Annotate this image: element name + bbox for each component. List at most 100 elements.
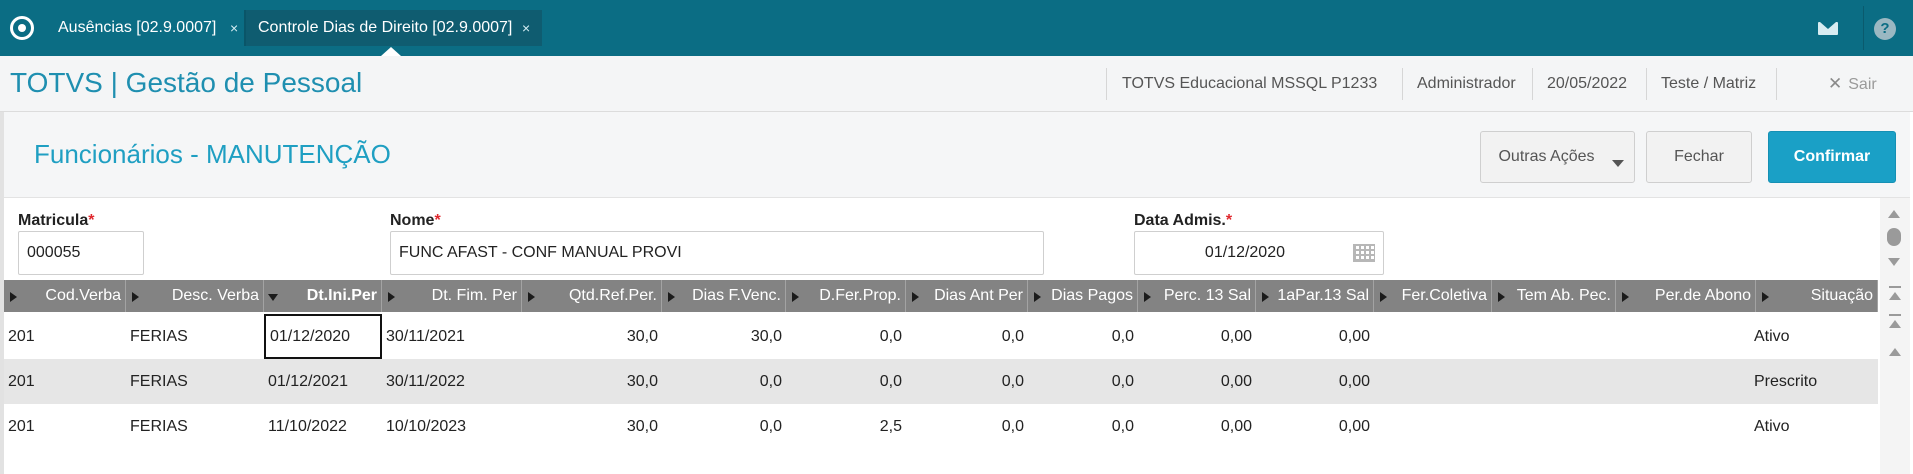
matricula-field[interactable]: 000055 bbox=[18, 231, 144, 275]
mail-icon[interactable] bbox=[1812, 12, 1844, 44]
more-actions-button[interactable]: Outras Ações bbox=[1480, 131, 1635, 183]
cell-fer-coletiva bbox=[1374, 359, 1492, 404]
table-row[interactable]: 201 FERIAS 11/10/2022 10/10/2023 30,0 0,… bbox=[4, 404, 1878, 449]
required-mark: * bbox=[88, 212, 95, 229]
column-header-dias-ant-per[interactable]: Dias Ant Per bbox=[906, 280, 1028, 312]
divider bbox=[1646, 68, 1647, 100]
page-title: Funcionários - MANUTENÇÃO bbox=[34, 139, 391, 169]
grid-first-icon[interactable] bbox=[1882, 284, 1908, 304]
help-icon[interactable]: ? bbox=[1868, 12, 1900, 44]
cell-per-de-abono bbox=[1616, 404, 1756, 449]
app-header: TOTVS | Gestão de Pessoal TOTVS Educacio… bbox=[0, 56, 1913, 112]
nome-label: Nome* bbox=[390, 212, 441, 229]
cell-desc-verba: FERIAS bbox=[130, 328, 188, 345]
cell-qtd-ref-per: 30,0 bbox=[626, 373, 658, 390]
column-arrow-icon bbox=[912, 292, 919, 302]
user-label: Administrador bbox=[1417, 75, 1516, 92]
cell-situacao: Ativo bbox=[1754, 418, 1790, 435]
data-admis-label: Data Admis.* bbox=[1134, 212, 1233, 229]
column-arrow-icon bbox=[1144, 292, 1151, 302]
close-icon[interactable]: × bbox=[522, 10, 530, 46]
table-row[interactable]: 201 FERIAS 01/12/2021 30/11/2022 30,0 0,… bbox=[4, 359, 1878, 404]
cell-1apar-13-sal: 0,00 bbox=[1338, 418, 1370, 435]
grid-page-up-icon[interactable] bbox=[1882, 312, 1908, 332]
column-header-perc-13-sal[interactable]: Perc. 13 Sal bbox=[1138, 280, 1256, 312]
cell-per-de-abono bbox=[1616, 314, 1756, 359]
column-header-1apar-13-sal[interactable]: 1aPar.13 Sal bbox=[1256, 280, 1374, 312]
column-arrow-icon bbox=[668, 292, 675, 302]
column-header-dias-f-venc[interactable]: Dias F.Venc. bbox=[662, 280, 786, 312]
cell-dias-f-venc: 0,0 bbox=[759, 418, 782, 435]
scroll-thumb[interactable] bbox=[1887, 228, 1901, 246]
tab-ausencias[interactable]: Ausências [02.9.0007] × bbox=[46, 10, 244, 46]
exit-label: Sair bbox=[1848, 76, 1877, 93]
top-tab-bar: Ausências [02.9.0007] × Controle Dias de… bbox=[0, 0, 1913, 56]
scroll-down-icon[interactable] bbox=[1888, 258, 1900, 266]
column-header-dias-pagos[interactable]: Dias Pagos bbox=[1028, 280, 1138, 312]
column-arrow-icon bbox=[132, 292, 139, 302]
cell-dt-fim-per: 10/10/2023 bbox=[386, 418, 467, 435]
vertical-scrollbar[interactable] bbox=[1880, 198, 1910, 474]
branch-label: Teste / Matriz bbox=[1661, 75, 1757, 92]
column-header-d-fer-prop[interactable]: D.Fer.Prop. bbox=[786, 280, 906, 312]
close-icon[interactable]: × bbox=[230, 10, 238, 46]
exit-button[interactable]: ✕ Sair bbox=[1828, 56, 1877, 112]
cell-perc-13-sal: 0,00 bbox=[1220, 328, 1252, 345]
page-title-bar: Funcionários - MANUTENÇÃO Outras Ações F… bbox=[4, 112, 1910, 198]
cell-desc-verba: FERIAS bbox=[130, 418, 188, 435]
cell-dias-pagos: 0,0 bbox=[1111, 418, 1134, 435]
cell-perc-13-sal: 0,00 bbox=[1220, 418, 1252, 435]
cell-d-fer-prop: 0,0 bbox=[879, 373, 902, 390]
cell-dias-ant-per: 0,0 bbox=[1001, 373, 1024, 390]
data-admis-field[interactable]: 01/12/2020 bbox=[1134, 231, 1384, 275]
cell-qtd-ref-per: 30,0 bbox=[626, 328, 658, 345]
column-header-tem-ab-pec[interactable]: Tem Ab. Pec. bbox=[1492, 280, 1616, 312]
cell-cod-verba: 201 bbox=[8, 328, 35, 345]
calendar-icon[interactable] bbox=[1353, 244, 1375, 262]
divider bbox=[1106, 68, 1107, 100]
cell-situacao: Prescrito bbox=[1754, 373, 1818, 390]
column-header-cod-verba[interactable]: Cod.Verba bbox=[4, 280, 126, 312]
required-mark: * bbox=[1225, 212, 1233, 229]
column-arrow-icon bbox=[1034, 292, 1041, 302]
cell-dt-ini-per: 01/12/2021 bbox=[268, 373, 349, 390]
column-arrow-icon bbox=[10, 292, 17, 302]
close-icon: ✕ bbox=[1828, 74, 1843, 93]
column-header-fer-coletiva[interactable]: Fer.Coletiva bbox=[1374, 280, 1492, 312]
totvs-logo-icon[interactable] bbox=[10, 16, 34, 40]
cell-per-de-abono bbox=[1616, 359, 1756, 404]
confirm-button[interactable]: Confirmar bbox=[1768, 131, 1896, 183]
cell-dias-ant-per: 0,0 bbox=[1001, 328, 1024, 345]
cell-dias-pagos: 0,0 bbox=[1111, 328, 1134, 345]
grid-up-icon[interactable] bbox=[1882, 340, 1908, 360]
cell-dias-f-venc: 30,0 bbox=[750, 328, 782, 345]
scroll-up-icon[interactable] bbox=[1888, 210, 1900, 218]
column-arrow-icon bbox=[528, 292, 535, 302]
cell-d-fer-prop: 2,5 bbox=[879, 418, 902, 435]
column-arrow-icon bbox=[388, 292, 395, 302]
cell-perc-13-sal: 0,00 bbox=[1220, 373, 1252, 390]
column-header-situacao[interactable]: Situação bbox=[1756, 280, 1878, 312]
column-header-desc-verba[interactable]: Desc. Verba bbox=[126, 280, 264, 312]
divider bbox=[1402, 68, 1403, 100]
cell-d-fer-prop: 0,0 bbox=[879, 328, 902, 345]
vacation-periods-grid: Cod.Verba Desc. Verba Dt.Ini.Per Dt. Fim… bbox=[4, 280, 1878, 474]
cell-tem-ab-pec bbox=[1492, 314, 1616, 359]
tab-controle-dias-direito[interactable]: Controle Dias de Direito [02.9.0007] × bbox=[246, 10, 542, 46]
active-tab-indicator bbox=[381, 47, 401, 56]
column-header-qtd-ref-per[interactable]: Qtd.Ref.Per. bbox=[522, 280, 662, 312]
column-arrow-icon bbox=[1622, 292, 1629, 302]
cell-dias-ant-per: 0,0 bbox=[1001, 418, 1024, 435]
column-header-dt-ini-per[interactable]: Dt.Ini.Per bbox=[264, 280, 382, 312]
column-header-dt-fim-per[interactable]: Dt. Fim. Per bbox=[382, 280, 522, 312]
column-arrow-icon bbox=[792, 292, 799, 302]
close-button[interactable]: Fechar bbox=[1646, 131, 1752, 183]
nome-field[interactable]: FUNC AFAST - CONF MANUAL PROVI bbox=[390, 231, 1044, 275]
cell-dias-pagos: 0,0 bbox=[1111, 373, 1134, 390]
cell-tem-ab-pec bbox=[1492, 404, 1616, 449]
table-row[interactable]: 201 FERIAS 01/12/2020 30/11/2021 30,0 30… bbox=[4, 314, 1878, 359]
app-title: TOTVS | Gestão de Pessoal bbox=[10, 67, 363, 98]
column-header-per-de-abono[interactable]: Per.de Abono bbox=[1616, 280, 1756, 312]
data-admis-value: 01/12/2020 bbox=[1204, 244, 1285, 261]
cell-dt-ini-per-focused[interactable]: 01/12/2020 bbox=[264, 314, 382, 359]
